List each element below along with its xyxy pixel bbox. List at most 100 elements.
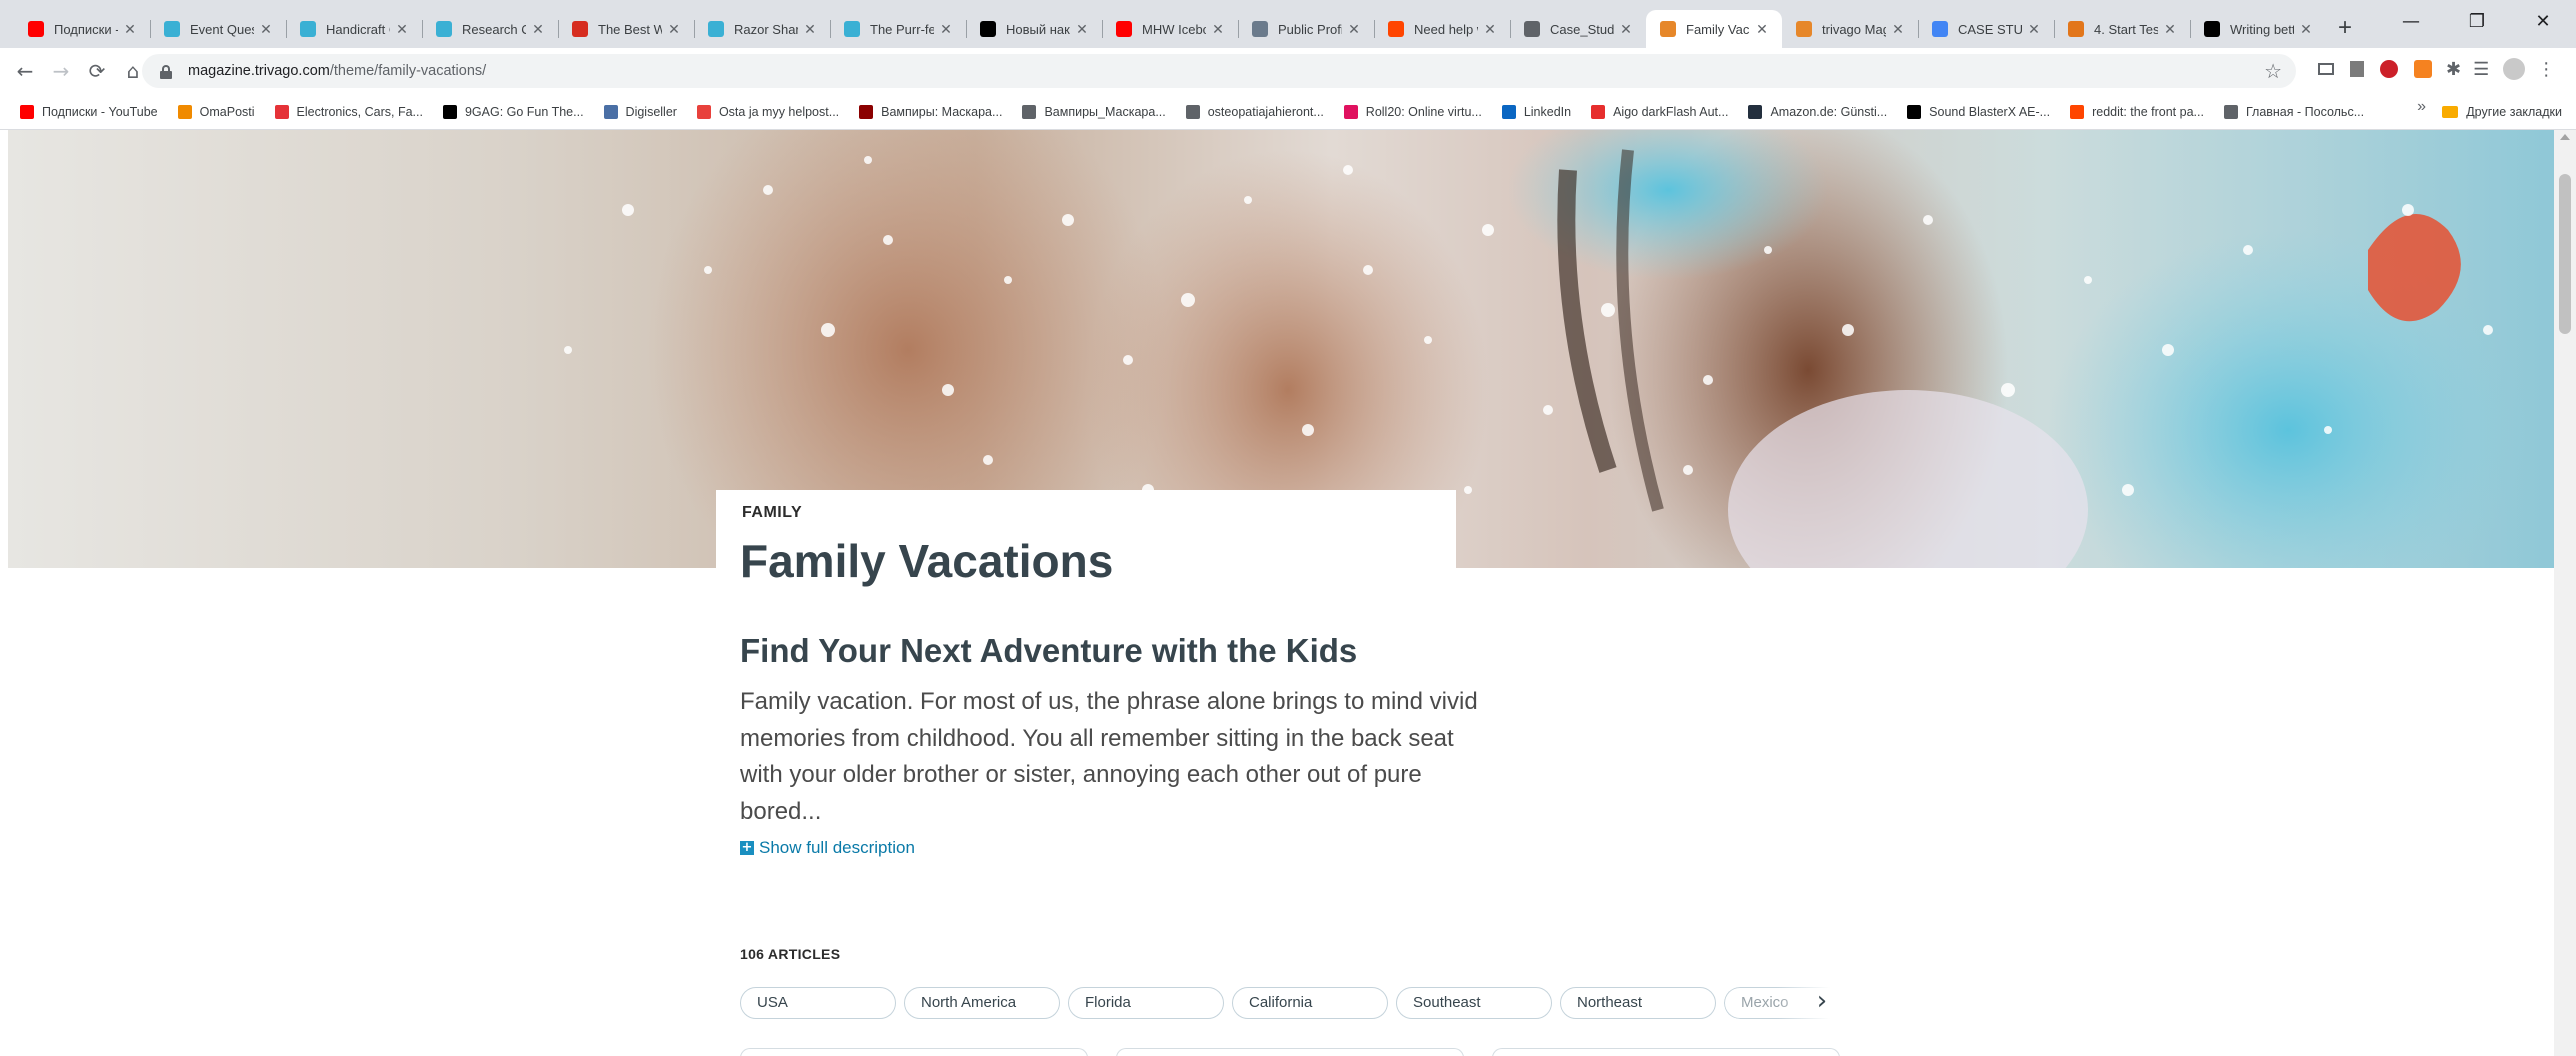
- back-arrow-icon[interactable]: ←: [8, 54, 42, 88]
- reading-list-icon[interactable]: ☰: [2473, 59, 2489, 80]
- filter-chip[interactable]: Northeast: [1560, 987, 1716, 1019]
- extensions-puzzle-icon[interactable]: ✱: [2446, 59, 2461, 80]
- trivago-icon: [708, 21, 724, 37]
- bookmark-star-icon[interactable]: ☆: [2264, 59, 2282, 84]
- browser-tab[interactable]: MHW Icebor...✕: [1102, 10, 1238, 48]
- close-tab-icon[interactable]: ✕: [1618, 21, 1634, 38]
- lastpass-icon[interactable]: [2380, 60, 2398, 78]
- tab-title: Need help w...: [1414, 21, 1478, 37]
- scrollbar-thumb[interactable]: [2559, 174, 2571, 334]
- bookmark-item[interactable]: LinkedIn: [1492, 98, 1581, 126]
- bookmark-item[interactable]: Digiseller: [594, 98, 687, 126]
- browser-tab[interactable]: Подписки - YouTube✕: [14, 10, 150, 48]
- menu-dots-icon[interactable]: ⋮: [2537, 59, 2555, 80]
- bookmark-item[interactable]: osteopatiajahieront...: [1176, 98, 1334, 126]
- close-tab-icon[interactable]: ✕: [2162, 21, 2178, 38]
- bookmarks-bar: Подписки - YouTube OmaPosti Electronics, C…: [0, 94, 2576, 130]
- bookmark-item[interactable]: Electronics, Cars, Fa...: [265, 98, 433, 126]
- browser-tab[interactable]: Public Profile✕: [1238, 10, 1374, 48]
- bookmark-item[interactable]: Osta ja myy helpost...: [687, 98, 849, 126]
- filter-chip[interactable]: Florida: [1068, 987, 1224, 1019]
- browser-tab[interactable]: Case_Study_...✕: [1510, 10, 1646, 48]
- scroll-up-arrow-icon[interactable]: [2560, 134, 2570, 140]
- restore-button[interactable]: ❐: [2444, 0, 2510, 44]
- new-tab-button[interactable]: +: [2326, 10, 2364, 48]
- tab-title: Новый накал...: [1006, 21, 1070, 37]
- browser-tab[interactable]: The Purr-fect...✕: [830, 10, 966, 48]
- bookmark-manager-icon[interactable]: [2350, 61, 2364, 77]
- page-scrollbar[interactable]: [2554, 130, 2576, 1056]
- bookmark-item[interactable]: Amazon.de: Günsti...: [1738, 98, 1897, 126]
- close-tab-icon[interactable]: ✕: [1482, 21, 1498, 38]
- bookmark-item[interactable]: reddit: the front pa...: [2060, 98, 2214, 126]
- browser-tab[interactable]: Event Questions✕: [150, 10, 286, 48]
- url-text[interactable]: magazine.trivago.com/theme/family-vacati…: [188, 63, 486, 79]
- bookmark-item[interactable]: Подписки - YouTube: [10, 98, 168, 126]
- close-tab-icon[interactable]: ✕: [1754, 21, 1770, 38]
- profile-avatar[interactable]: [2503, 58, 2526, 80]
- ebay-icon: [274, 104, 289, 119]
- close-tab-icon[interactable]: ✕: [1890, 21, 1906, 38]
- filter-chip[interactable]: North America: [904, 987, 1060, 1019]
- trivago-bars-icon: [1660, 21, 1676, 37]
- filter-chip[interactable]: Southeast: [1396, 987, 1552, 1019]
- close-tab-icon[interactable]: ✕: [1210, 21, 1226, 38]
- reload-icon[interactable]: ⟳: [80, 54, 114, 88]
- close-window-button[interactable]: ✕: [2510, 0, 2576, 44]
- bookmark-item[interactable]: Главная - Посольс...: [2214, 98, 2374, 126]
- bookmark-item[interactable]: 9GAG: Go Fun The...: [433, 98, 594, 126]
- close-tab-icon[interactable]: ✕: [802, 21, 818, 38]
- tab-title: trivago Maga...: [1822, 21, 1886, 37]
- browser-tab[interactable]: The Best Wea...✕: [558, 10, 694, 48]
- browser-tab[interactable]: Need help w...✕: [1374, 10, 1510, 48]
- browser-tab[interactable]: Razor Sharp ...✕: [694, 10, 830, 48]
- other-bookmarks-folder[interactable]: Другие закладки: [2442, 94, 2562, 130]
- mail-icon[interactable]: [2318, 63, 2334, 75]
- minimize-button[interactable]: —: [2378, 0, 2444, 44]
- bookmark-item[interactable]: Вампиры_Маскара...: [1012, 98, 1175, 126]
- bookmark-item[interactable]: Вампиры: Маскара...: [849, 98, 1012, 126]
- tab-list: Подписки - YouTube✕Event Questions✕Handi…: [0, 10, 2326, 48]
- aliexpress-icon: [1591, 104, 1606, 119]
- close-tab-icon[interactable]: ✕: [1074, 21, 1090, 38]
- bookmarks-overflow-button[interactable]: »: [2417, 98, 2426, 116]
- tab-title: Event Questions: [190, 21, 254, 37]
- roll20-icon: [1343, 104, 1358, 119]
- browser-tab[interactable]: Family Vacati...✕: [1646, 10, 1782, 48]
- browser-tab[interactable]: Writing bette...✕: [2190, 10, 2326, 48]
- article-card[interactable]: [1116, 1048, 1464, 1056]
- close-tab-icon[interactable]: ✕: [1346, 21, 1362, 38]
- docs-icon: [1932, 21, 1948, 37]
- close-tab-icon[interactable]: ✕: [938, 21, 954, 38]
- browser-tab[interactable]: Handicraft Ch...✕: [286, 10, 422, 48]
- close-tab-icon[interactable]: ✕: [122, 21, 138, 38]
- close-tab-icon[interactable]: ✕: [258, 21, 274, 38]
- close-tab-icon[interactable]: ✕: [666, 21, 682, 38]
- browser-tab[interactable]: Новый накал...✕: [966, 10, 1102, 48]
- close-tab-icon[interactable]: ✕: [394, 21, 410, 38]
- forward-arrow-icon[interactable]: →: [44, 54, 78, 88]
- close-tab-icon[interactable]: ✕: [2298, 21, 2314, 38]
- fox-icon: [2068, 21, 2084, 37]
- bookmark-item[interactable]: Sound BlasterX AE-...: [1897, 98, 2060, 126]
- filter-chip[interactable]: USA: [740, 987, 896, 1019]
- close-tab-icon[interactable]: ✕: [530, 21, 546, 38]
- address-bar[interactable]: magazine.trivago.com/theme/family-vacati…: [142, 54, 2296, 88]
- globe-icon: [1524, 21, 1540, 37]
- bookmark-item[interactable]: OmaPosti: [168, 98, 265, 126]
- medium-icon: [2204, 21, 2220, 37]
- bookmark-item[interactable]: Roll20: Online virtu...: [1334, 98, 1492, 126]
- browser-tab[interactable]: trivago Maga...✕: [1782, 10, 1918, 48]
- page-title: Family Vacations: [740, 535, 1114, 587]
- show-full-description-link[interactable]: + Show full description: [740, 838, 915, 858]
- browser-tab[interactable]: 4. Start Test R...✕: [2054, 10, 2190, 48]
- close-tab-icon[interactable]: ✕: [2026, 21, 2042, 38]
- filter-chip[interactable]: California: [1232, 987, 1388, 1019]
- article-card[interactable]: [740, 1048, 1088, 1056]
- chevron-right-icon[interactable]: ›: [1808, 985, 1836, 1019]
- browser-tab[interactable]: Research Con...✕: [422, 10, 558, 48]
- bookmark-item[interactable]: Aigo darkFlash Aut...: [1581, 98, 1738, 126]
- article-card[interactable]: [1492, 1048, 1840, 1056]
- browser-tab[interactable]: CASE STUDY✕: [1918, 10, 2054, 48]
- rss-icon[interactable]: [2414, 60, 2432, 78]
